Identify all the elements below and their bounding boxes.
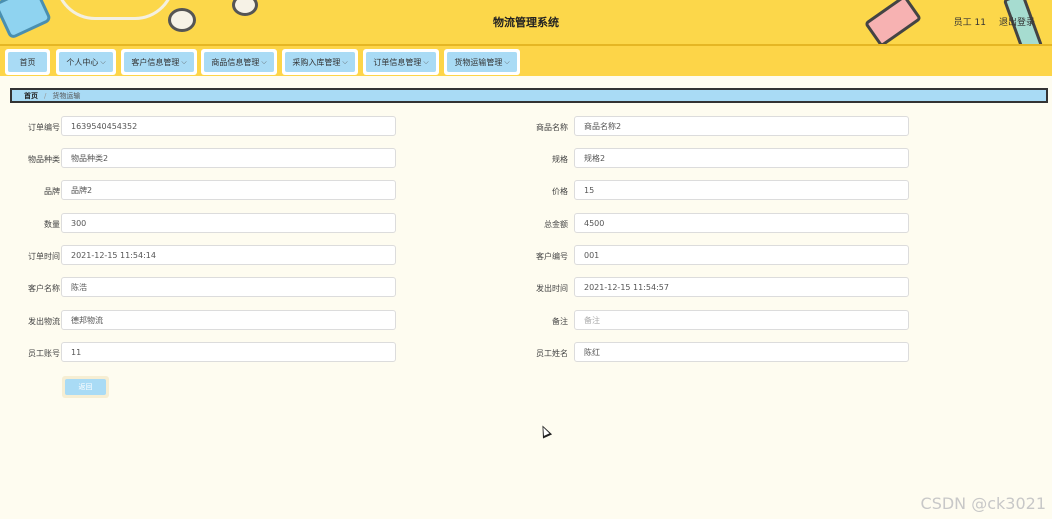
nav-item-order-info[interactable]: 订单信息管理 ⌵	[363, 49, 439, 75]
label-specification: 规格	[552, 155, 568, 164]
shipping-logistics-field[interactable]: 德邦物流	[61, 310, 396, 330]
top-header: 物流管理系统 员工 11 退出登录	[0, 0, 1052, 44]
main-nav: 首页 个人中心 ⌵ 客户信息管理 ⌵ 商品信息管理 ⌵ 采购入库管理 ⌵ 订单信息管理 ⌵…	[0, 44, 1052, 76]
nav-item-label: 首页	[19, 57, 36, 67]
specification-field[interactable]: 规格2	[574, 148, 909, 168]
chevron-down-icon: ⌵	[504, 57, 510, 66]
current-user: 员工 11	[953, 18, 986, 28]
nav-item-transport[interactable]: 货物运输管理 ⌵	[444, 49, 520, 75]
employee-account-field[interactable]: 11	[61, 342, 396, 362]
chevron-down-icon: ⌵	[342, 57, 348, 66]
chevron-down-icon: ⌵	[423, 57, 429, 66]
customer-name-field[interactable]: 陈浩	[61, 277, 396, 297]
label-employee-name: 员工姓名	[536, 349, 568, 358]
label-customer-name: 客户名称	[28, 284, 60, 293]
label-product-name: 商品名称	[536, 123, 568, 132]
nav-item-personal-center[interactable]: 个人中心 ⌵	[56, 49, 116, 75]
nav-item-label: 商品信息管理	[211, 57, 260, 67]
chevron-down-icon: ⌵	[181, 57, 187, 66]
order-time-field[interactable]: 2021-12-15 11:54:14	[61, 245, 396, 265]
item-category-field[interactable]: 物品种类2	[61, 148, 396, 168]
label-brand: 品牌	[44, 187, 60, 196]
label-shipping-time: 发出时间	[536, 284, 568, 293]
label-total-amount: 总金额	[544, 220, 568, 229]
back-button-label: 返回	[65, 379, 106, 395]
back-button[interactable]: 返回	[62, 376, 109, 398]
label-price: 价格	[552, 187, 568, 196]
breadcrumb-separator: /	[44, 91, 47, 100]
employee-name-field[interactable]: 陈红	[574, 342, 909, 362]
logout-link[interactable]: 退出登录	[999, 15, 1035, 28]
remarks-field[interactable]: 备注	[574, 310, 909, 330]
label-employee-account: 员工账号	[28, 349, 60, 358]
breadcrumb: 首页 / 货物运输	[10, 88, 1048, 103]
customer-id-field[interactable]: 001	[574, 245, 909, 265]
label-item-category: 物品种类	[28, 155, 60, 164]
app-title: 物流管理系统	[493, 16, 559, 29]
total-amount-field[interactable]: 4500	[574, 213, 909, 233]
order-number-field[interactable]: 1639540454352	[61, 116, 396, 136]
nav-item-customer-info[interactable]: 客户信息管理 ⌵	[121, 49, 197, 75]
quantity-field[interactable]: 300	[61, 213, 396, 233]
chevron-down-icon: ⌵	[261, 57, 267, 66]
nav-item-label: 货物运输管理	[454, 57, 503, 67]
nav-item-purchase-inbound[interactable]: 采购入库管理 ⌵	[282, 49, 358, 75]
nav-item-label: 个人中心	[66, 57, 99, 67]
label-shipping-logistics: 发出物流	[28, 317, 60, 326]
breadcrumb-home-link[interactable]: 首页	[24, 91, 38, 101]
product-name-field[interactable]: 商品名称2	[574, 116, 909, 136]
label-quantity: 数量	[44, 220, 60, 229]
shipping-time-field[interactable]: 2021-12-15 11:54:57	[574, 277, 909, 297]
nav-item-product-info[interactable]: 商品信息管理 ⌵	[201, 49, 277, 75]
label-order-time: 订单时间	[28, 252, 60, 261]
nav-item-label: 采购入库管理	[292, 57, 341, 67]
brand-field[interactable]: 品牌2	[61, 180, 396, 200]
label-remarks: 备注	[552, 317, 568, 326]
label-order-number: 订单编号	[28, 123, 60, 132]
breadcrumb-current: 货物运输	[52, 91, 81, 100]
nav-item-home[interactable]: 首页	[5, 49, 50, 75]
chevron-down-icon: ⌵	[100, 57, 106, 66]
nav-item-label: 客户信息管理	[131, 57, 180, 67]
watermark: CSDN @ck3021	[920, 494, 1046, 513]
nav-item-label: 订单信息管理	[373, 57, 422, 67]
label-customer-id: 客户编号	[536, 252, 568, 261]
price-field[interactable]: 15	[574, 180, 909, 200]
mouse-cursor-icon	[537, 423, 553, 439]
